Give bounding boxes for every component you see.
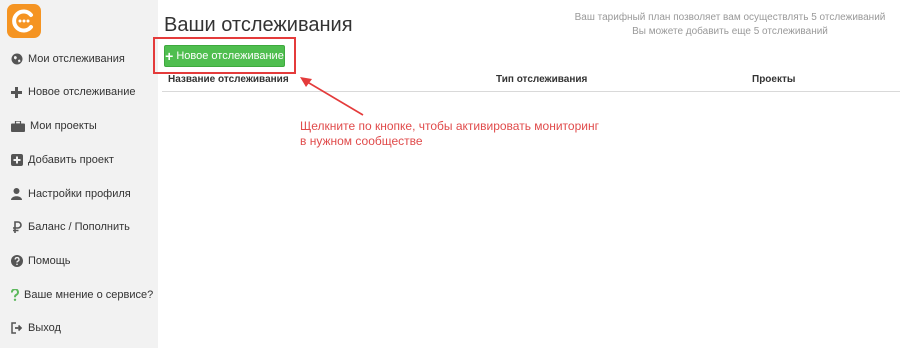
new-tracking-button-label: Новое отслеживание	[176, 50, 284, 62]
question-circle-icon	[10, 255, 23, 268]
column-header-name: Название отслеживания	[168, 74, 289, 85]
plan-limit-text: Ваш тарифный план позволяет вам осуществ…	[574, 12, 886, 23]
sidebar-item-label: Добавить проект	[28, 154, 114, 166]
sidebar-item-label: Мои проекты	[30, 120, 97, 132]
sidebar-item-my-projects[interactable]: Мои проекты	[10, 116, 97, 136]
ruble-icon	[10, 221, 23, 234]
new-tracking-button[interactable]: + Новое отслеживание	[164, 45, 285, 67]
question-icon	[10, 289, 19, 302]
user-icon	[10, 188, 23, 201]
plan-info: Ваш тарифный план позволяет вам осуществ…	[560, 11, 900, 39]
sidebar-item-profile-settings[interactable]: Настройки профиля	[10, 184, 131, 204]
plus-icon	[10, 86, 23, 99]
sidebar-item-label: Баланс / Пополнить	[28, 221, 130, 233]
plan-remaining-text: Вы можете добавить еще 5 отслеживаний	[632, 26, 828, 37]
sidebar-item-new-tracking[interactable]: Новое отслеживание	[10, 82, 135, 102]
globe-icon	[10, 53, 23, 66]
annotation-text: Щелкните по кнопке, чтобы активировать м…	[300, 119, 599, 149]
briefcase-icon	[10, 120, 25, 133]
plus-icon: +	[165, 48, 174, 64]
sidebar-item-add-project[interactable]: Добавить проект	[10, 150, 114, 170]
sidebar-item-help[interactable]: Помощь	[10, 251, 71, 271]
annotation-arrow-icon	[300, 77, 364, 116]
logo-icon[interactable]	[7, 4, 41, 38]
sidebar: Мои отслеживания Новое отслеживание Мои …	[0, 0, 158, 348]
annotation-line: в нужном сообществе	[300, 134, 423, 148]
sidebar-item-my-trackings[interactable]: Мои отслеживания	[10, 49, 125, 69]
column-header-type: Тип отслеживания	[496, 74, 588, 85]
sidebar-item-label: Мои отслеживания	[28, 53, 125, 65]
plus-square-icon	[10, 154, 23, 167]
sidebar-item-label: Ваше мнение о сервисе?	[24, 289, 154, 301]
sidebar-item-label: Настройки профиля	[28, 188, 131, 200]
annotation-line: Щелкните по кнопке, чтобы активировать м…	[300, 119, 599, 133]
page-title: Ваши отслеживания	[164, 14, 353, 36]
sidebar-item-label: Выход	[28, 322, 61, 334]
column-header-projects: Проекты	[752, 74, 796, 85]
sidebar-item-label: Помощь	[28, 255, 71, 267]
sidebar-item-label: Новое отслеживание	[28, 86, 136, 98]
sign-out-icon	[10, 322, 23, 335]
table-header-divider	[162, 91, 900, 92]
sidebar-item-feedback[interactable]: Ваше мнение о сервисе?	[10, 285, 153, 305]
sidebar-item-logout[interactable]: Выход	[10, 318, 61, 338]
sidebar-item-balance[interactable]: Баланс / Пополнить	[10, 217, 130, 237]
